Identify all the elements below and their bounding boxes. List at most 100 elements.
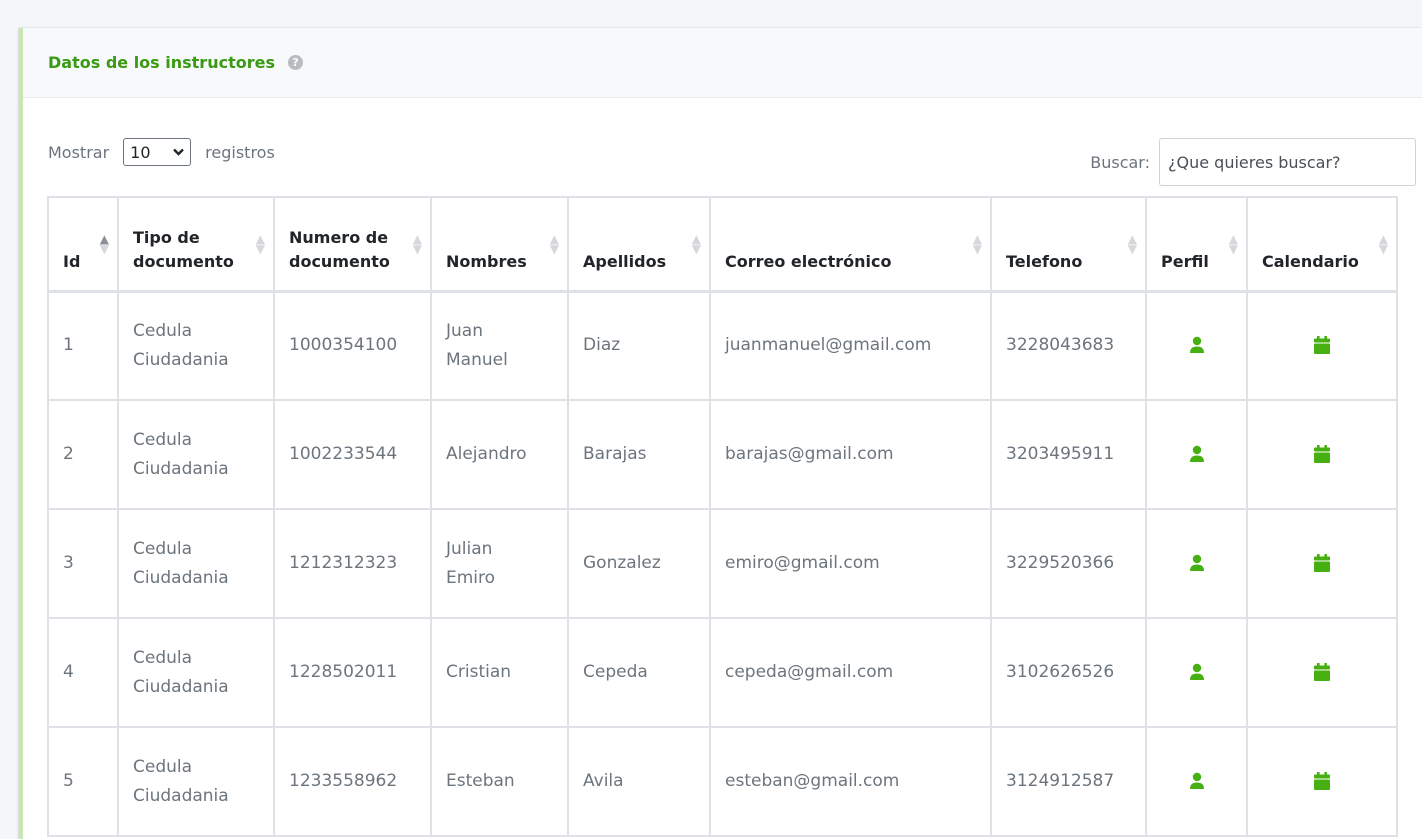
cell-calendario (1246, 399, 1398, 510)
card-title: Datos de los instructores (48, 53, 275, 72)
column-header-perfil[interactable]: Perfil ▲ ▼ (1145, 196, 1248, 293)
table-header-row: Id ▲ ▼ Tipo de documento ▲ ▼ Numero de doc… (47, 196, 1398, 293)
cell-telefono: 3229520366 (990, 508, 1147, 619)
cell-nombres: Julian Emiro (430, 508, 569, 619)
page-length-select[interactable]: 10 (123, 138, 192, 166)
cell-perfil (1145, 726, 1248, 837)
sort-icon: ▲ ▼ (99, 231, 109, 256)
column-header-numero-documento[interactable]: Numero de documento ▲ ▼ (273, 196, 432, 293)
cell-perfil (1145, 290, 1248, 401)
cell-id: 5 (47, 726, 119, 837)
cell-perfil (1145, 617, 1248, 728)
cell-tipo-documento: Cedula Ciudadania (117, 399, 275, 510)
column-header-id[interactable]: Id ▲ ▼ (47, 196, 119, 293)
cell-nombres: Juan Manuel (430, 290, 569, 401)
user-icon[interactable] (1189, 445, 1205, 463)
user-icon[interactable] (1189, 663, 1205, 681)
cell-apellidos: Avila (567, 726, 711, 837)
instructors-card: Datos de los instructores ? Mostrar 10 r… (19, 28, 1422, 839)
column-header-calendario[interactable]: Calendario ▲ ▼ (1246, 196, 1398, 293)
cell-correo: barajas@gmail.com (709, 399, 992, 510)
column-label: documento (133, 251, 234, 271)
cell-numero-documento: 1212312323 (273, 508, 432, 619)
cell-nombres: Cristian (430, 617, 569, 728)
table-row: 1 Cedula Ciudadania 1000354100 Juan Manuel… (47, 290, 1398, 401)
sort-icon: ▲ ▼ (1378, 231, 1388, 256)
column-label: Nombres (446, 251, 527, 271)
cell-correo: esteban@gmail.com (709, 726, 992, 837)
cell-tipo-documento: Cedula Ciudadania (117, 290, 275, 401)
sort-icon: ▲ ▼ (1228, 231, 1238, 256)
table-controls: Mostrar 10 registros Buscar: (23, 98, 1422, 198)
length-suffix: registros (205, 142, 275, 162)
cell-correo: emiro@gmail.com (709, 508, 992, 619)
question-circle-icon[interactable]: ? (287, 55, 303, 70)
cell-numero-documento: 1233558962 (273, 726, 432, 837)
cell-id: 2 (47, 399, 119, 510)
column-header-nombres[interactable]: Nombres ▲ ▼ (430, 196, 569, 293)
cell-tipo-documento: Cedula Ciudadania (117, 726, 275, 837)
cell-id: 1 (47, 290, 119, 401)
chevron-down-icon (173, 148, 185, 156)
cell-perfil (1145, 399, 1248, 510)
calendar-icon[interactable] (1314, 445, 1330, 463)
cell-calendario (1246, 290, 1398, 401)
column-label: Id (63, 251, 81, 271)
user-icon[interactable] (1189, 336, 1205, 354)
cell-id: 3 (47, 508, 119, 619)
sort-icon: ▲ ▼ (549, 231, 559, 256)
cell-numero-documento: 1002233544 (273, 399, 432, 510)
calendar-icon[interactable] (1314, 663, 1330, 681)
column-label: Perfil (1161, 251, 1209, 271)
sort-icon: ▲ ▼ (691, 231, 701, 256)
calendar-icon[interactable] (1314, 336, 1330, 355)
cell-nombres: Alejandro (430, 399, 569, 510)
length-prefix: Mostrar (48, 142, 110, 162)
calendar-icon[interactable] (1314, 772, 1330, 790)
search-input[interactable] (1159, 138, 1416, 186)
table-row: 2 Cedula Ciudadania 1002233544 Alejandro … (47, 399, 1398, 510)
cell-apellidos: Barajas (567, 399, 711, 510)
cell-apellidos: Gonzalez (567, 508, 711, 619)
column-header-telefono[interactable]: Telefono ▲ ▼ (990, 196, 1147, 293)
sort-icon: ▲ ▼ (255, 231, 265, 256)
search-label: Buscar: (1090, 152, 1150, 172)
length-menu: Mostrar 10 registros (48, 138, 275, 166)
column-label: Numero de (289, 227, 389, 247)
column-label: Telefono (1006, 251, 1083, 271)
cell-calendario (1246, 508, 1398, 619)
user-icon[interactable] (1189, 772, 1205, 790)
cell-apellidos: Cepeda (567, 617, 711, 728)
column-label: Calendario (1262, 251, 1359, 271)
card-header: Datos de los instructores ? (23, 28, 1422, 98)
cell-id: 4 (47, 617, 119, 728)
cell-correo: cepeda@gmail.com (709, 617, 992, 728)
column-header-tipo-documento[interactable]: Tipo de documento ▲ ▼ (117, 196, 275, 293)
column-label: Apellidos (583, 251, 667, 271)
column-header-correo[interactable]: Correo electrónico ▲ ▼ (709, 196, 992, 293)
cell-nombres: Esteban (430, 726, 569, 837)
cell-calendario (1246, 726, 1398, 837)
table-row: 4 Cedula Ciudadania 1228502011 Cristian C… (47, 617, 1398, 728)
column-label: documento (289, 251, 390, 271)
cell-apellidos: Diaz (567, 290, 711, 401)
user-icon[interactable] (1189, 554, 1205, 572)
cell-numero-documento: 1000354100 (273, 290, 432, 401)
cell-numero-documento: 1228502011 (273, 617, 432, 728)
column-label: Tipo de (133, 227, 200, 247)
cell-tipo-documento: Cedula Ciudadania (117, 617, 275, 728)
cell-tipo-documento: Cedula Ciudadania (117, 508, 275, 619)
column-header-apellidos[interactable]: Apellidos ▲ ▼ (567, 196, 711, 293)
cell-correo: juanmanuel@gmail.com (709, 290, 992, 401)
cell-perfil (1145, 508, 1248, 619)
cell-telefono: 3228043683 (990, 290, 1147, 401)
table-row: 5 Cedula Ciudadania 1233558962 Esteban Av… (47, 726, 1398, 837)
sort-icon: ▲ ▼ (972, 231, 982, 256)
search-box: Buscar: (1090, 138, 1416, 186)
cell-telefono: 3102626526 (990, 617, 1147, 728)
calendar-icon[interactable] (1314, 554, 1330, 572)
column-label: Correo electrónico (725, 251, 892, 271)
instructors-table: Id ▲ ▼ Tipo de documento ▲ ▼ Numero de doc… (47, 196, 1398, 837)
cell-telefono: 3203495911 (990, 399, 1147, 510)
table-row: 3 Cedula Ciudadania 1212312323 Julian Emir… (47, 508, 1398, 619)
